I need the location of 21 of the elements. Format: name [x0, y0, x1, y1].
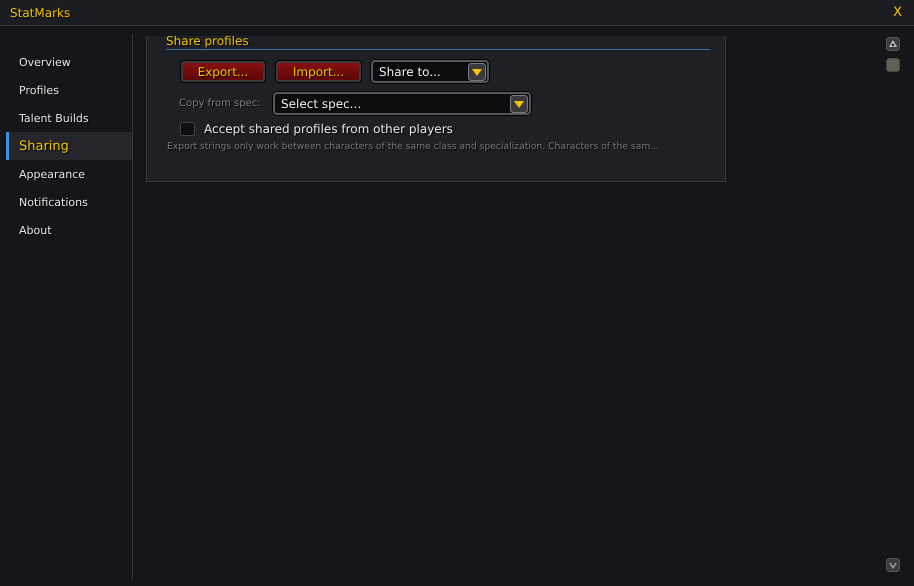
close-button[interactable]: X — [893, 5, 902, 20]
sidebar-item[interactable]: Profiles — [6, 76, 132, 104]
sidebar-item[interactable]: Appearance — [6, 160, 132, 188]
copy-from-label: Copy from spec: — [179, 98, 262, 109]
share-dropdown[interactable]: Share to... — [371, 60, 489, 83]
scrollbar-thumb[interactable] — [886, 58, 900, 72]
sidebar-item[interactable]: About — [6, 216, 132, 244]
scroll-down-button[interactable] — [886, 558, 900, 572]
sidebar-item[interactable]: Notifications — [6, 188, 132, 216]
spec-dropdown[interactable]: Select spec... — [273, 92, 531, 115]
checkbox[interactable] — [180, 122, 195, 136]
sidebar-item[interactable]: Talent Builds — [6, 104, 132, 132]
section-title: Share profiles — [166, 36, 710, 50]
sidebar-item[interactable]: Overview — [6, 48, 132, 76]
action-button[interactable]: Export... — [181, 61, 265, 82]
note-text: Export strings only work between characters of the same class and specialization. Characters of the sam... — [167, 141, 660, 152]
action-button[interactable]: Import... — [276, 61, 361, 82]
checkbox-label: Accept shared profiles from other players — [204, 122, 453, 136]
scroll-up-button[interactable] — [886, 37, 900, 51]
window-title: StatMarks — [10, 6, 70, 20]
sidebar-item[interactable]: Sharing — [6, 132, 132, 160]
